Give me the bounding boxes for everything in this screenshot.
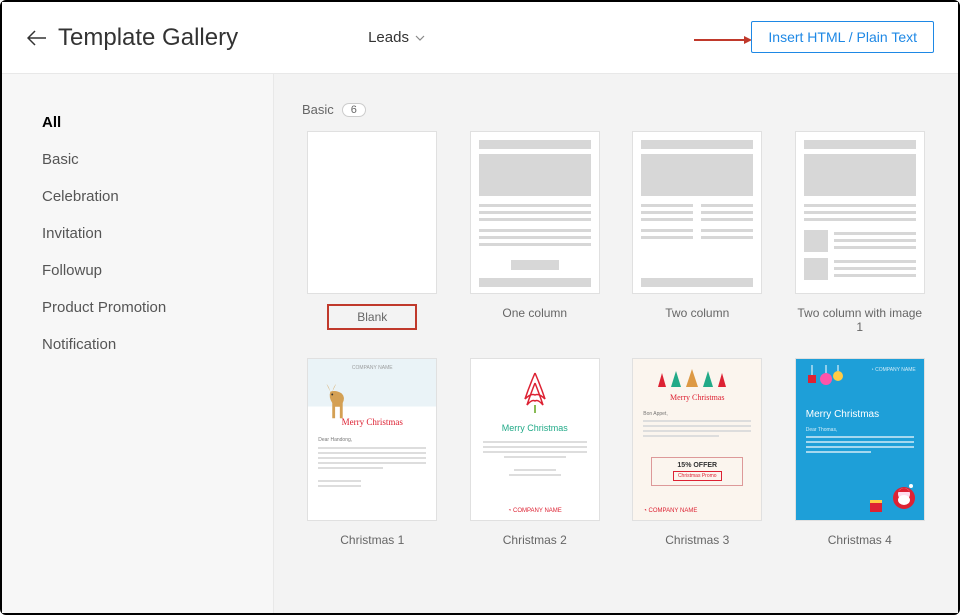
template-label: Blank [327, 304, 417, 330]
thumb-brand: ◔ COMPANY NAME [471, 508, 599, 514]
template-card: Two column with image 1 [790, 131, 931, 336]
back-arrow-icon[interactable] [26, 27, 48, 49]
thumb-title: Merry Christmas [471, 423, 599, 433]
callout-arrow-icon [694, 35, 754, 45]
header: Template Gallery Leads Insert HTML / Pla… [2, 2, 958, 74]
template-label: Christmas 2 [497, 531, 573, 549]
template-thumbnail-christmas-1[interactable]: COMPANY NAME Merry Christmas Dear Handon… [307, 358, 437, 521]
template-thumbnail-one-column[interactable] [470, 131, 600, 294]
main: All Basic Celebration Invitation Followu… [2, 74, 958, 613]
sidebar-item-basic[interactable]: Basic [42, 141, 273, 178]
template-thumbnail-two-column[interactable] [632, 131, 762, 294]
thumb-title: Merry Christmas [633, 393, 761, 402]
template-card: ◔ COMPANY NAME Merry Christmas Dear Thom… [790, 358, 931, 549]
sidebar-item-followup[interactable]: Followup [42, 252, 273, 289]
page-title: Template Gallery [58, 24, 238, 52]
sidebar-item-celebration[interactable]: Celebration [42, 178, 273, 215]
template-label: Two column [659, 304, 735, 322]
thumb-title: Merry Christmas [806, 409, 879, 420]
thumb-brand: ◔ COMPANY NAME [643, 508, 697, 514]
template-card: One column [465, 131, 606, 336]
trees-icon [652, 367, 742, 389]
ornaments-icon [804, 365, 844, 395]
insert-html-button[interactable]: Insert HTML / Plain Text [751, 21, 934, 53]
template-card: Two column [627, 131, 768, 336]
sidebar-item-all[interactable]: All [42, 104, 273, 141]
thumb-brand: ◔ COMPANY NAME [871, 367, 916, 373]
template-label: Christmas 1 [334, 531, 410, 549]
template-label: Christmas 3 [659, 531, 735, 549]
template-label: One column [496, 304, 573, 322]
thumb-brand: COMPANY NAME [308, 365, 436, 371]
section-header: Basic 6 [302, 102, 930, 117]
sidebar: All Basic Celebration Invitation Followu… [2, 74, 274, 613]
thumb-offer: 15% OFFER Christmas Promo [651, 457, 743, 486]
template-thumbnail-christmas-2[interactable]: Merry Christmas ◔ COMPANY NAME [470, 358, 600, 521]
sidebar-item-notification[interactable]: Notification [42, 326, 273, 363]
tree-icon [517, 369, 553, 419]
template-thumbnail-blank[interactable] [307, 131, 437, 294]
template-card: Merry Christmas ◔ COMPANY NAME Christmas… [465, 358, 606, 549]
santa-icon [868, 476, 918, 516]
template-card: Blank [302, 131, 443, 336]
thumb-title: Merry Christmas [308, 417, 436, 427]
section-count-badge: 6 [342, 103, 366, 117]
module-dropdown[interactable]: Leads [368, 29, 425, 46]
template-thumbnail-two-column-image[interactable] [795, 131, 925, 294]
template-thumbnail-christmas-3[interactable]: Merry Christmas Bon Appet, 15% OFFER Chr… [632, 358, 762, 521]
dropdown-label: Leads [368, 29, 409, 46]
template-grid: Blank One column [302, 131, 930, 549]
content: Basic 6 Blank [274, 74, 958, 613]
template-card: Merry Christmas Bon Appet, 15% OFFER Chr… [627, 358, 768, 549]
section-title: Basic [302, 102, 334, 117]
template-thumbnail-christmas-4[interactable]: ◔ COMPANY NAME Merry Christmas Dear Thom… [795, 358, 925, 521]
template-card: COMPANY NAME Merry Christmas Dear Handon… [302, 358, 443, 549]
chevron-down-icon [415, 35, 425, 41]
sidebar-item-product-promotion[interactable]: Product Promotion [42, 289, 273, 326]
template-label: Two column with image 1 [790, 304, 931, 336]
sidebar-item-invitation[interactable]: Invitation [42, 215, 273, 252]
template-label: Christmas 4 [822, 531, 898, 549]
